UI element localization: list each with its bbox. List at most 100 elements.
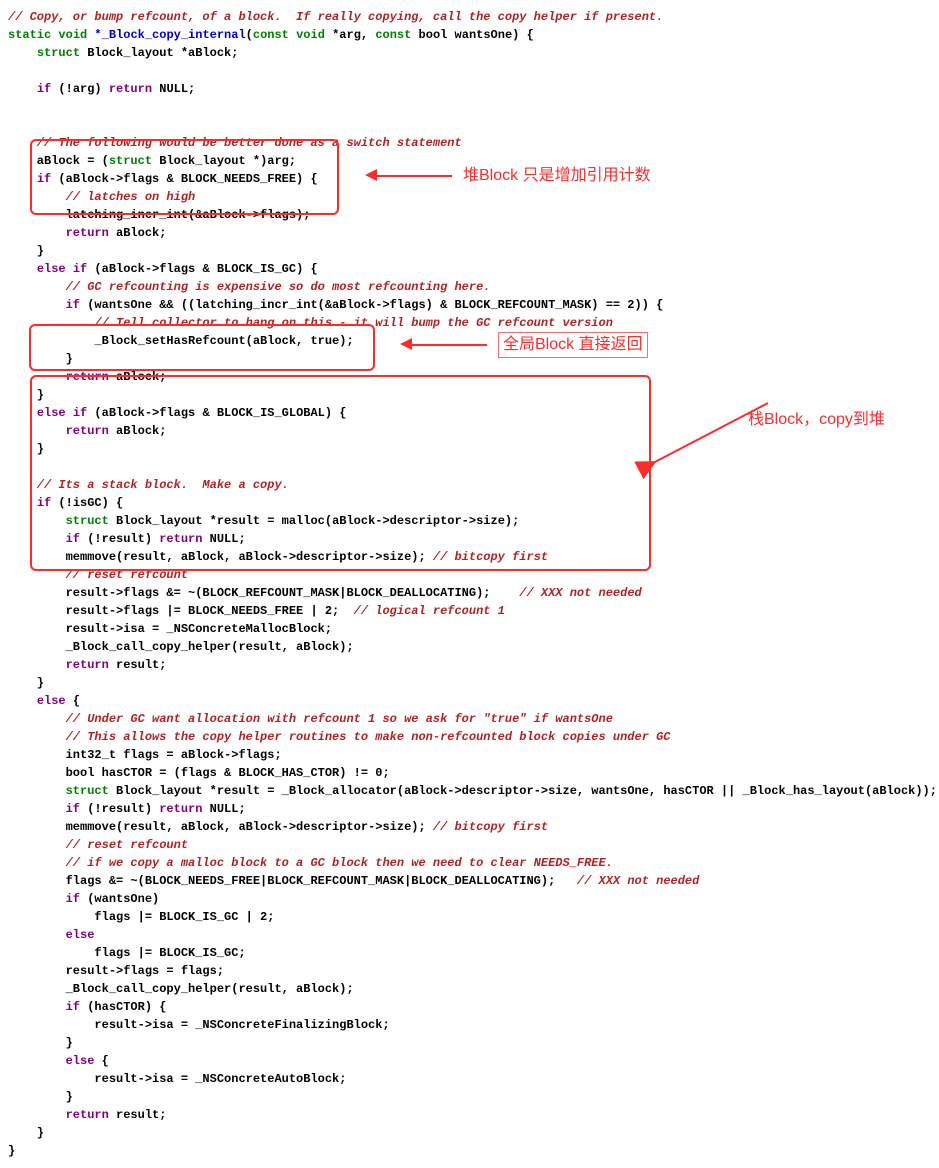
kw: struct <box>109 154 152 168</box>
kw: struct <box>66 784 109 798</box>
code: { <box>66 694 80 708</box>
kw: return <box>66 370 109 384</box>
code: Block_layout *aBlock; <box>80 46 238 60</box>
comment: // latches on high <box>8 190 195 204</box>
kw: if <box>37 82 51 96</box>
kw: if <box>66 532 80 546</box>
code: Block_layout *)arg; <box>152 154 296 168</box>
code: { <box>94 1054 108 1068</box>
code: result->isa = _NSConcreteAutoBlock; <box>8 1072 346 1086</box>
code: (hasCTOR) { <box>80 1000 166 1014</box>
code: (aBlock->flags & BLOCK_IS_GLOBAL) { <box>87 406 346 420</box>
kw: if <box>66 1000 80 1014</box>
comment: // if we copy a malloc block to a GC blo… <box>8 856 613 870</box>
kw: if <box>37 172 51 186</box>
comment: // reset refcount <box>8 838 188 852</box>
code: aBlock; <box>109 370 167 384</box>
code: (aBlock->flags & BLOCK_IS_GC) { <box>87 262 317 276</box>
code: bool hasCTOR = (flags & BLOCK_HAS_CTOR) … <box>8 766 390 780</box>
code: aBlock; <box>109 226 167 240</box>
code: result; <box>109 1108 167 1122</box>
code: } <box>8 1126 44 1140</box>
code: (!isGC) { <box>51 496 123 510</box>
code: } <box>8 676 44 690</box>
code: NULL; <box>152 82 195 96</box>
kw: else <box>66 1054 95 1068</box>
code: latching_incr_int(&aBlock->flags); <box>8 208 310 222</box>
kw: return <box>66 658 109 672</box>
code: } <box>8 388 44 402</box>
code: _Block_call_copy_helper(result, aBlock); <box>8 982 354 996</box>
comment: // Under GC want allocation with refcoun… <box>8 712 613 726</box>
code: result->flags = flags; <box>8 964 224 978</box>
kw: else <box>66 928 95 942</box>
code: (wantsOne) <box>80 892 159 906</box>
code: (!result) <box>80 532 159 546</box>
code: memmove(result, aBlock, aBlock->descript… <box>8 550 433 564</box>
code: (wantsOne && ((latching_incr_int(&aBlock… <box>80 298 663 312</box>
code: bool wantsOne) { <box>411 28 533 42</box>
kw: if <box>73 406 87 420</box>
code: memmove(result, aBlock, aBlock->descript… <box>8 820 433 834</box>
kw: return <box>66 226 109 240</box>
kw: if <box>66 892 80 906</box>
code: *arg, <box>325 28 375 42</box>
code: int32_t flags = aBlock->flags; <box>8 748 282 762</box>
comment: // XXX not needed <box>519 586 641 600</box>
code: } <box>8 244 44 258</box>
code: } <box>8 1144 15 1158</box>
code: } <box>8 352 73 366</box>
kw: void <box>296 28 325 42</box>
code: } <box>8 1090 73 1104</box>
code: (!result) <box>80 802 159 816</box>
kw: void <box>58 28 87 42</box>
kw: const <box>253 28 289 42</box>
kw: static <box>8 28 51 42</box>
kw: return <box>66 1108 109 1122</box>
code: aBlock; <box>109 424 167 438</box>
comment: // bitcopy first <box>433 550 548 564</box>
kw: return <box>159 532 202 546</box>
comment: // Its a stack block. Make a copy. <box>8 478 289 492</box>
code: result; <box>109 658 167 672</box>
comment: // GC refcounting is expensive so do mos… <box>8 280 490 294</box>
code: NULL; <box>202 802 245 816</box>
code <box>8 82 37 96</box>
code: result->isa = _NSConcreteMallocBlock; <box>8 622 332 636</box>
code: _Block_setHasRefcount(aBlock, true); <box>8 334 354 348</box>
kw: if <box>66 298 80 312</box>
code: aBlock = ( <box>8 154 109 168</box>
kw: else <box>37 694 66 708</box>
kw: struct <box>66 514 109 528</box>
kw: else <box>37 406 66 420</box>
comment: // XXX not needed <box>577 874 699 888</box>
code: result->flags &= ~(BLOCK_REFCOUNT_MASK|B… <box>8 586 519 600</box>
code: Block_layout *result = malloc(aBlock->de… <box>109 514 519 528</box>
code: (aBlock->flags & BLOCK_NEEDS_FREE) { <box>51 172 317 186</box>
code: (!arg) <box>51 82 109 96</box>
code: flags &= ~(BLOCK_NEEDS_FREE|BLOCK_REFCOU… <box>8 874 577 888</box>
code: NULL; <box>202 532 245 546</box>
kw: if <box>73 262 87 276</box>
code: flags |= BLOCK_IS_GC; <box>8 946 246 960</box>
comment: // logical refcount 1 <box>354 604 505 618</box>
code: Block_layout *result = _Block_allocator(… <box>109 784 937 798</box>
code-block: // Copy, or bump refcount, of a block. I… <box>8 8 931 1160</box>
code: result->isa = _NSConcreteFinalizingBlock… <box>8 1018 390 1032</box>
code: flags |= BLOCK_IS_GC | 2; <box>8 910 274 924</box>
kw: const <box>375 28 411 42</box>
comment: // Tell collector to hang on this - it w… <box>8 316 613 330</box>
kw: if <box>37 496 51 510</box>
code: } <box>8 1036 73 1050</box>
comment: // This allows the copy helper routines … <box>8 730 671 744</box>
code: result->flags |= BLOCK_NEEDS_FREE | 2; <box>8 604 354 618</box>
code: } <box>8 442 44 456</box>
comment: // Copy, or bump refcount, of a block. I… <box>8 10 663 24</box>
code: ( <box>246 28 253 42</box>
comment: // bitcopy first <box>433 820 548 834</box>
comment: // reset refcount <box>8 568 188 582</box>
kw: struct <box>37 46 80 60</box>
kw: return <box>159 802 202 816</box>
kw: else <box>37 262 66 276</box>
code: _Block_call_copy_helper(result, aBlock); <box>8 640 354 654</box>
